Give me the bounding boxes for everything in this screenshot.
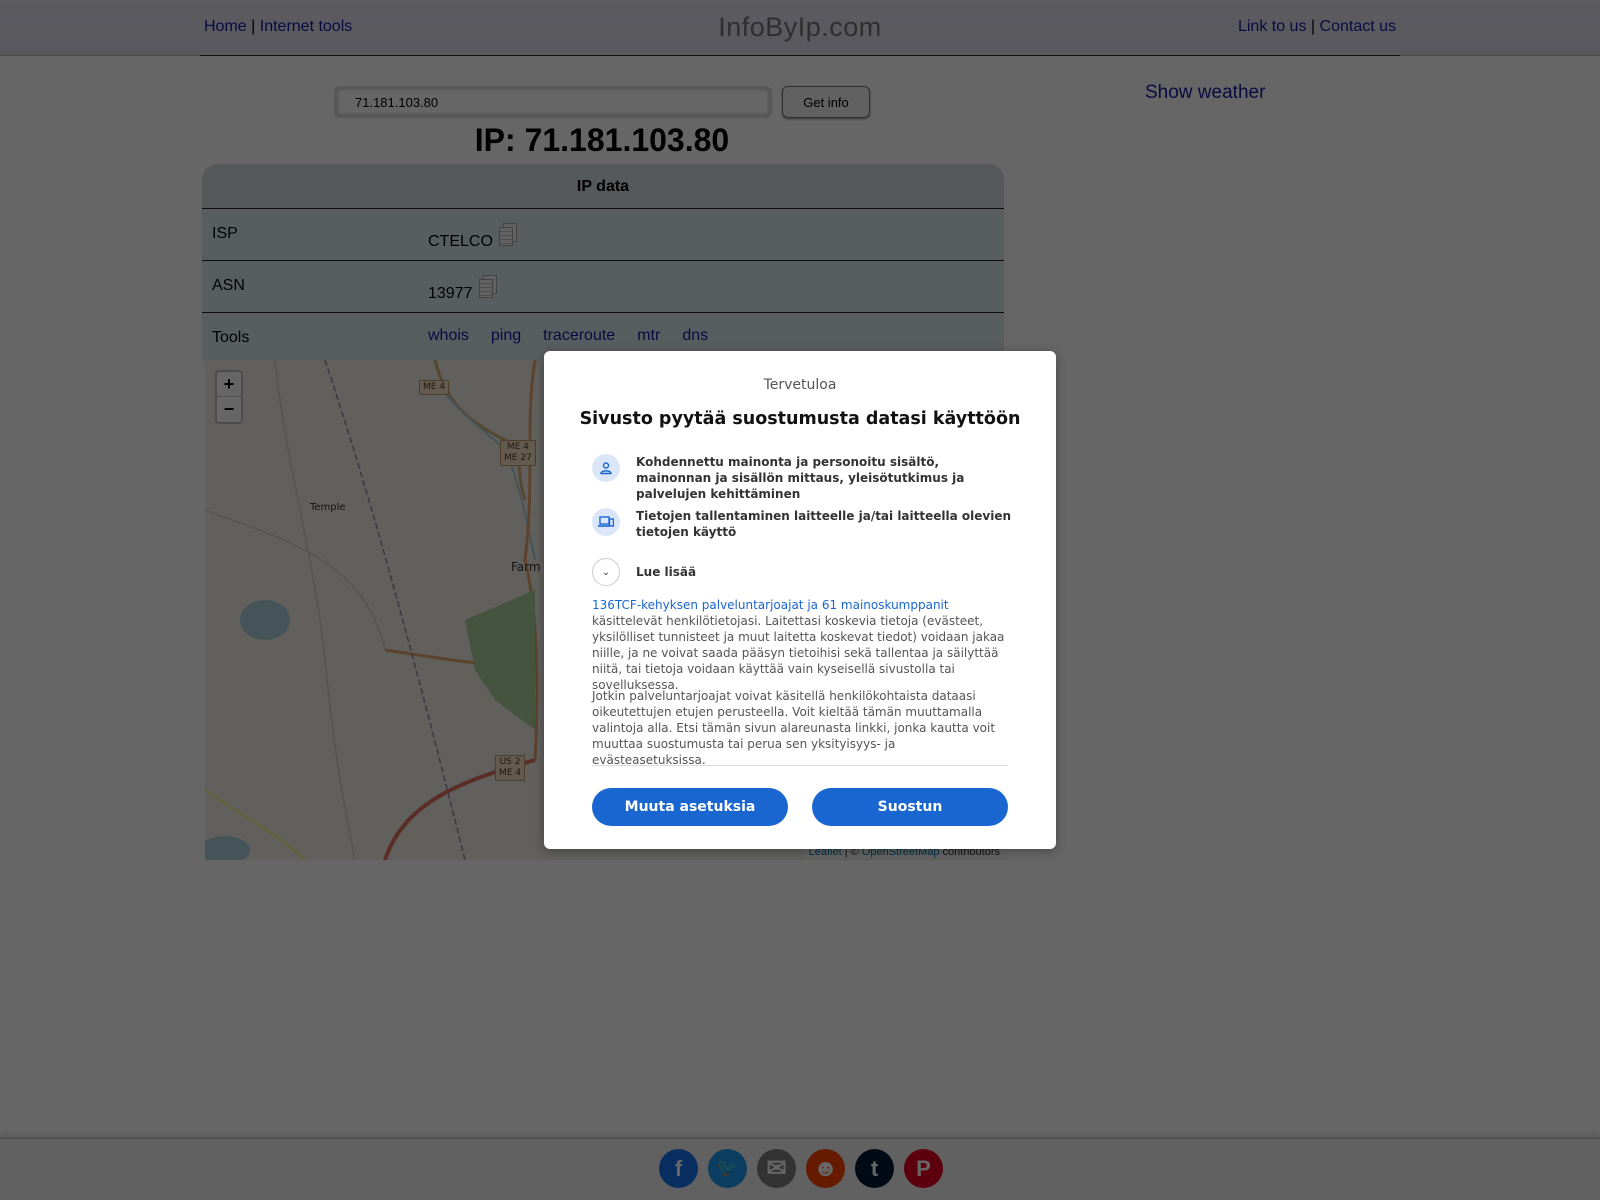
purpose-text: Tietojen tallentaminen laitteelle ja/tai… [636,509,1012,539]
read-more-toggle[interactable]: ⌄ Lue lisää [592,558,1012,586]
change-settings-button[interactable]: Muuta asetuksia [592,788,788,826]
divider [592,765,1008,766]
devices-icon [592,508,620,536]
person-icon [592,454,620,482]
chevron-down-icon[interactable]: ⌄ [592,558,620,586]
accept-button[interactable]: Suostun [812,788,1008,826]
purpose-item: Kohdennettu mainonta ja personoitu sisäl… [592,454,1012,502]
paragraph-1-text: käsittelevät henkilötietojasi. Laitettas… [592,614,1005,692]
purpose-text: Kohdennettu mainonta ja personoitu sisäl… [636,455,965,501]
consent-welcome: Tervetuloa [763,377,837,393]
purpose-item: Tietojen tallentaminen laitteelle ja/tai… [592,508,1012,540]
consent-dialog: Tervetuloa Sivusto pyytää suostumusta da… [544,351,1056,849]
consent-paragraph-1: 136TCF-kehyksen palveluntarjoajat ja 61 … [592,597,1012,693]
consent-paragraph-2: Jotkin palveluntarjoajat voivat käsitell… [592,689,996,767]
consent-title: Sivusto pyytää suostumusta datasi käyttö… [579,409,1021,429]
partners-link[interactable]: 136TCF-kehyksen palveluntarjoajat ja 61 … [592,598,949,612]
read-more-label[interactable]: Lue lisää [636,564,696,580]
